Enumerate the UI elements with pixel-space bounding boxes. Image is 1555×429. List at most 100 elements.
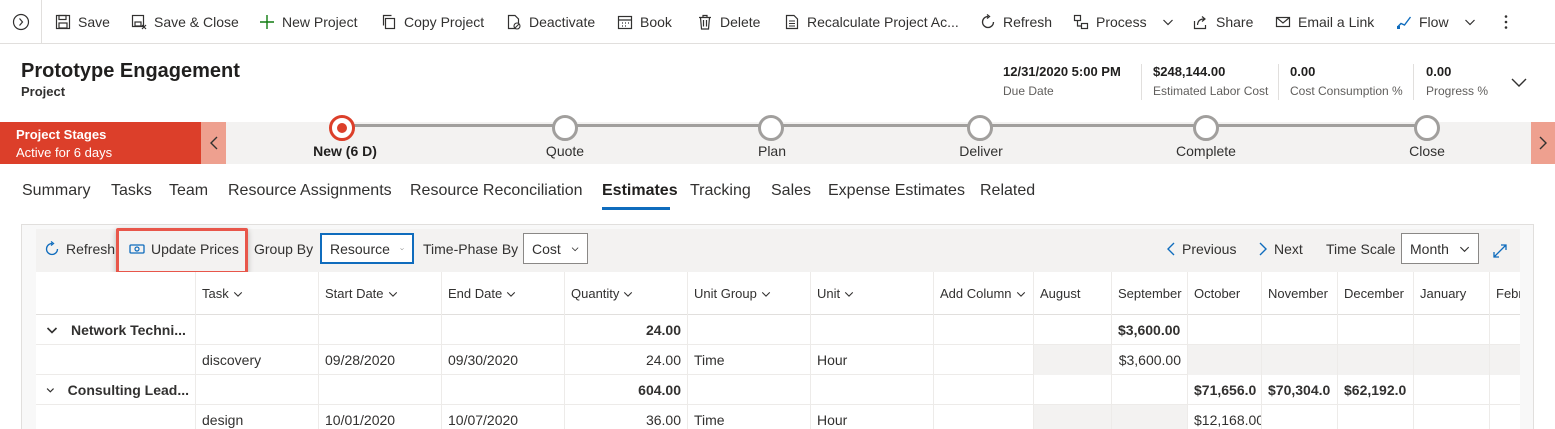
group-row[interactable]: Consulting Lead... 604.00 $71,656.0 $70,… xyxy=(36,375,1520,405)
group-row[interactable]: Network Techni... 24.00 $3,600.00 xyxy=(36,315,1520,345)
previous-stage-button[interactable] xyxy=(201,122,226,164)
stage-node-quote[interactable] xyxy=(552,115,578,141)
task-cell xyxy=(196,315,319,345)
refresh-button[interactable]: Refresh xyxy=(980,0,1052,44)
unit-cell[interactable]: Hour xyxy=(811,345,934,375)
august-cell[interactable] xyxy=(1034,345,1112,375)
copy-project-button[interactable]: Copy Project xyxy=(381,0,484,44)
january-cell[interactable] xyxy=(1414,405,1490,429)
august-cell[interactable] xyxy=(1034,405,1112,429)
stage-node-deliver[interactable] xyxy=(967,115,993,141)
unit-cell[interactable]: Hour xyxy=(811,405,934,429)
trash-icon xyxy=(699,14,711,30)
task-cell[interactable]: design xyxy=(196,405,319,429)
previous-label: Previous xyxy=(1182,241,1237,257)
flow-button[interactable]: Flow xyxy=(1396,0,1476,44)
save-close-button[interactable]: Save & Close xyxy=(131,0,239,44)
start-date-cell[interactable]: 09/28/2020 xyxy=(319,345,442,375)
january-cell[interactable] xyxy=(1414,345,1490,375)
expand-icon[interactable] xyxy=(1492,243,1508,259)
unit-cell xyxy=(811,315,934,345)
unit-group-cell[interactable]: Time xyxy=(688,345,811,375)
process-stages-flyout[interactable]: Project Stages Active for 6 days xyxy=(0,122,201,164)
december-cell[interactable] xyxy=(1338,405,1414,429)
quantity-cell[interactable]: 24.00 xyxy=(565,345,688,375)
next-button[interactable]: Next xyxy=(1258,241,1303,257)
resource-cell xyxy=(36,345,196,375)
tab-resource-assignments[interactable]: Resource Assignments xyxy=(228,182,392,200)
february-cell[interactable] xyxy=(1490,405,1520,429)
recalculate-button[interactable]: Recalculate Project Ac... xyxy=(784,0,959,44)
process-label: Process xyxy=(1096,14,1147,30)
save-icon xyxy=(55,14,71,30)
column-header-start-date[interactable]: Start Date xyxy=(319,272,442,315)
next-stage-button[interactable] xyxy=(1531,122,1555,164)
end-date-cell xyxy=(442,315,565,345)
start-date-cell[interactable]: 10/01/2020 xyxy=(319,405,442,429)
chevron-down-icon xyxy=(507,291,516,297)
time-scale-dropdown[interactable]: Month xyxy=(1401,233,1479,264)
column-header-resource xyxy=(36,272,196,315)
cost-consumption-value: 0.00 xyxy=(1290,64,1316,79)
unit-group-cell xyxy=(688,315,811,345)
december-cell[interactable] xyxy=(1338,345,1414,375)
deactivate-button[interactable]: Deactivate xyxy=(506,0,595,44)
task-cell[interactable]: discovery xyxy=(196,345,319,375)
nav-toggle-button[interactable] xyxy=(0,0,42,44)
chevron-down-icon[interactable] xyxy=(46,324,58,336)
unit-group-cell[interactable]: Time xyxy=(688,405,811,429)
tab-expense-estimates[interactable]: Expense Estimates xyxy=(828,182,965,200)
stage-node-plan[interactable] xyxy=(758,115,784,141)
column-header-end-date[interactable]: End Date xyxy=(442,272,565,315)
process-icon xyxy=(1073,14,1089,30)
table-row[interactable]: design 10/01/2020 10/07/2020 36.00 Time … xyxy=(36,405,1520,429)
grid-refresh-button[interactable]: Refresh xyxy=(44,241,115,257)
delete-button[interactable]: Delete xyxy=(697,0,760,44)
end-date-cell[interactable]: 10/07/2020 xyxy=(442,405,565,429)
october-cell[interactable] xyxy=(1188,345,1262,375)
september-cell[interactable]: $3,600.00 xyxy=(1112,345,1188,375)
quantity-cell[interactable]: 36.00 xyxy=(565,405,688,429)
tab-tasks[interactable]: Tasks xyxy=(111,182,152,200)
table-row[interactable]: discovery 09/28/2020 09/30/2020 24.00 Ti… xyxy=(36,345,1520,375)
end-date-cell[interactable]: 09/30/2020 xyxy=(442,345,565,375)
group-by-dropdown[interactable]: Resource xyxy=(320,233,414,264)
more-commands-button[interactable] xyxy=(1503,0,1509,44)
tab-summary[interactable]: Summary xyxy=(22,182,90,200)
tab-estimates[interactable]: Estimates xyxy=(602,182,678,200)
email-icon xyxy=(1275,16,1291,28)
time-phase-dropdown[interactable]: Cost xyxy=(523,233,588,264)
expand-header-icon[interactable] xyxy=(1510,76,1528,88)
process-button[interactable]: Process xyxy=(1073,0,1174,44)
november-cell[interactable] xyxy=(1262,405,1338,429)
column-header-add-column[interactable]: Add Column xyxy=(934,272,1034,315)
page-title: Prototype Engagement xyxy=(21,60,240,82)
column-header-unit[interactable]: Unit xyxy=(811,272,934,315)
tab-related[interactable]: Related xyxy=(980,182,1035,200)
chevron-down-icon xyxy=(571,246,579,251)
column-header-quantity[interactable]: Quantity xyxy=(565,272,688,315)
chevron-down-icon xyxy=(844,291,854,297)
share-button[interactable]: Share xyxy=(1193,0,1253,44)
tab-team[interactable]: Team xyxy=(169,182,208,200)
save-button[interactable]: Save xyxy=(55,0,110,44)
column-header-unit-group[interactable]: Unit Group xyxy=(688,272,811,315)
stage-node-complete[interactable] xyxy=(1193,115,1219,141)
october-cell[interactable]: $12,168.00 xyxy=(1188,405,1262,429)
new-project-button[interactable]: New Project xyxy=(259,0,357,44)
september-cell[interactable] xyxy=(1112,405,1188,429)
stage-node-new[interactable] xyxy=(329,115,355,141)
tab-resource-reconciliation[interactable]: Resource Reconciliation xyxy=(410,182,583,200)
november-cell[interactable] xyxy=(1262,345,1338,375)
february-cell[interactable] xyxy=(1490,345,1520,375)
book-button[interactable]: Book xyxy=(617,0,672,44)
previous-button[interactable]: Previous xyxy=(1166,241,1236,257)
stage-node-close[interactable] xyxy=(1414,115,1440,141)
column-header-task[interactable]: Task xyxy=(196,272,319,315)
group-name-cell: Network Techni... xyxy=(36,315,196,345)
email-link-button[interactable]: Email a Link xyxy=(1275,0,1374,44)
tab-tracking[interactable]: Tracking xyxy=(690,182,751,200)
chevron-down-icon[interactable] xyxy=(46,384,55,396)
october-cell: $71,656.0 xyxy=(1188,375,1262,405)
tab-sales[interactable]: Sales xyxy=(771,182,811,200)
